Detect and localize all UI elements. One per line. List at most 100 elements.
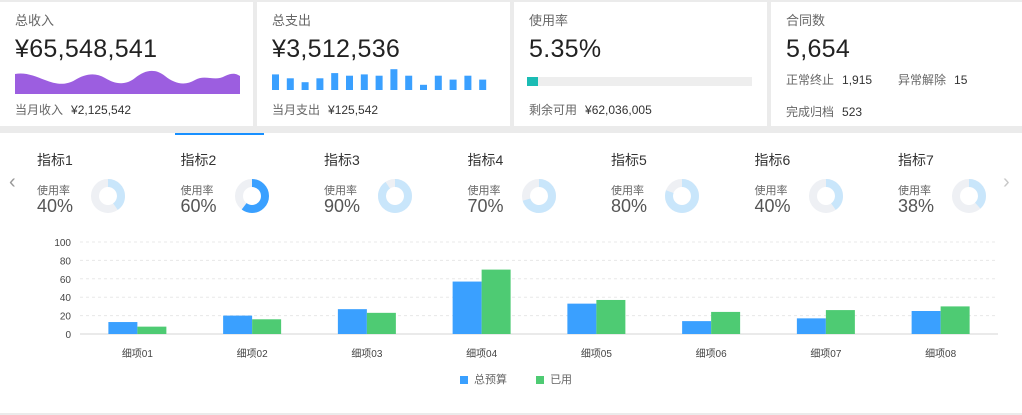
contracts-archived-label: 完成归档 xyxy=(786,105,835,119)
indicator-tab-5[interactable]: 指标5 使用率 80% xyxy=(611,133,731,223)
expense-minibar xyxy=(360,74,368,90)
contracts-normal-value: 1,915 xyxy=(842,73,873,87)
bar-budget[interactable] xyxy=(108,322,138,334)
bar-used[interactable] xyxy=(711,311,741,334)
usage-progress-fill xyxy=(527,77,539,86)
indicator-panel: ‹ › 指标1 使用率 40% 指标2 使用率 60% 指标3 使用率 90% 指标4 使用率 70%… xyxy=(0,133,1022,413)
usage-ring-chart xyxy=(91,179,125,213)
legend-label-budget: 总预算 xyxy=(474,374,507,386)
x-tick-label: 细项01 xyxy=(122,347,154,360)
expense-minibar xyxy=(464,75,472,90)
indicator-tab-value: 40% xyxy=(754,196,791,216)
expense-month-value: ¥125,542 xyxy=(328,103,379,117)
indicator-tab-value: 80% xyxy=(611,196,648,216)
x-tick-label: 细项02 xyxy=(237,347,269,360)
usage-ring-chart xyxy=(521,179,556,213)
expense-minibar xyxy=(331,73,339,90)
bar-used[interactable] xyxy=(481,269,511,334)
usage-remaining: 剩余可用 ¥62,036,005 xyxy=(529,101,652,118)
expense-minibar xyxy=(390,69,398,90)
indicator-tab-value: 90% xyxy=(324,196,361,216)
chart-legend: 总预算 已用 xyxy=(460,371,598,387)
expense-month-label: 当月支出 xyxy=(272,103,321,117)
expense-minibar xyxy=(434,75,442,90)
y-tick-label: 80 xyxy=(60,256,72,267)
bar-budget[interactable] xyxy=(567,303,597,334)
income-month: 当月收入 ¥2,125,542 xyxy=(15,101,131,118)
income-card: 总收入 ¥65,548,541 当月收入 ¥2,125,542 xyxy=(0,2,253,126)
summary-cards: 总收入 ¥65,548,541 当月收入 ¥2,125,542 总支出 ¥3,51… xyxy=(0,0,1022,126)
bar-budget[interactable] xyxy=(911,311,941,334)
indicator-tab-3[interactable]: 指标3 使用率 90% xyxy=(324,133,444,223)
x-tick-label: 细项06 xyxy=(696,347,728,360)
x-tick-label: 细项03 xyxy=(351,347,383,360)
expense-label: 总支出 xyxy=(272,13,312,28)
expense-minibar xyxy=(405,75,413,90)
ring-fill xyxy=(378,179,412,213)
usage-label: 使用率 xyxy=(529,13,569,28)
indicator-tab-name: 指标7 xyxy=(898,152,934,168)
bar-used[interactable] xyxy=(137,326,167,334)
y-tick-label: 20 xyxy=(60,312,72,323)
expense-value: ¥3,512,536 xyxy=(272,35,401,63)
usage-ring-chart xyxy=(378,179,412,213)
legend-label-used: 已用 xyxy=(550,374,573,386)
y-tick-label: 60 xyxy=(60,275,72,286)
bar-used[interactable] xyxy=(366,312,396,334)
bar-budget[interactable] xyxy=(223,315,253,334)
bar-used[interactable] xyxy=(596,299,626,334)
y-tick-label: 40 xyxy=(60,293,72,304)
contracts-archived: 完成归档 523 xyxy=(786,103,862,120)
expense-minibar xyxy=(301,82,309,90)
expense-minibars xyxy=(272,69,487,90)
x-tick-label: 细项08 xyxy=(925,347,957,360)
usage-value: 5.35% xyxy=(529,35,602,63)
indicator-tab-1[interactable]: 指标1 使用率 40% xyxy=(37,133,157,223)
usage-ring-chart xyxy=(952,179,986,213)
bar-budget[interactable] xyxy=(337,309,367,334)
contracts-normal: 正常终止 1,915 xyxy=(786,71,872,88)
income-label: 总收入 xyxy=(15,13,55,28)
income-sparkline xyxy=(15,70,240,94)
bar-budget[interactable] xyxy=(682,321,712,334)
expense-minibar xyxy=(272,74,279,90)
usage-ring-chart xyxy=(808,179,843,213)
contracts-value: 5,654 xyxy=(786,35,851,63)
indicator-tab-2[interactable]: 指标2 使用率 60% xyxy=(174,133,269,225)
bar-used[interactable] xyxy=(940,306,970,334)
income-value: ¥65,548,541 xyxy=(15,35,158,63)
indicator-tab-name: 指标5 xyxy=(611,152,647,168)
indicator-tab-name: 指标2 xyxy=(180,152,217,168)
y-tick-label: 100 xyxy=(54,238,71,249)
bar-used[interactable] xyxy=(825,310,855,334)
legend-swatch-used xyxy=(536,376,545,384)
indicator-tab-name: 指标4 xyxy=(467,152,504,168)
indicator-tab-4[interactable]: 指标4 使用率 70% xyxy=(468,133,588,223)
usage-progress-bar xyxy=(527,77,752,86)
contracts-abnormal-label: 异常解除 xyxy=(898,73,947,87)
indicator-tab-6[interactable]: 指标6 使用率 40% xyxy=(755,133,875,223)
x-tick-label: 细项07 xyxy=(810,347,842,360)
bar-used[interactable] xyxy=(252,319,282,334)
indicator-tab-value: 70% xyxy=(467,196,504,216)
bar-budget[interactable] xyxy=(796,318,826,334)
contracts-label: 合同数 xyxy=(786,13,826,28)
legend-item-budget[interactable]: 总预算 xyxy=(460,374,507,386)
y-tick-label: 0 xyxy=(65,330,71,341)
contracts-archived-value: 523 xyxy=(842,105,863,119)
indicator-tab-value: 38% xyxy=(898,196,935,216)
indicator-tabs: 指标1 使用率 40% 指标2 使用率 60% 指标3 使用率 90% 指标4 使用率 70% 指标5 使… xyxy=(0,133,1022,223)
contracts-normal-label: 正常终止 xyxy=(786,73,835,87)
usage-remaining-value: ¥62,036,005 xyxy=(585,103,652,117)
x-tick-label: 细项05 xyxy=(581,347,613,360)
indicator-tab-name: 指标1 xyxy=(37,152,73,168)
legend-item-used[interactable]: 已用 xyxy=(536,374,572,386)
usage-remaining-label: 剩余可用 xyxy=(529,103,578,117)
indicator-tab-7[interactable]: 指标7 使用率 38% xyxy=(898,133,1018,223)
expense-minibar xyxy=(375,75,383,90)
indicator-tab-name: 指标6 xyxy=(754,152,791,168)
bar-budget[interactable] xyxy=(452,281,482,334)
expense-minibar xyxy=(346,75,353,90)
expense-minibar xyxy=(449,79,457,90)
indicator-tab-value: 40% xyxy=(37,196,74,216)
